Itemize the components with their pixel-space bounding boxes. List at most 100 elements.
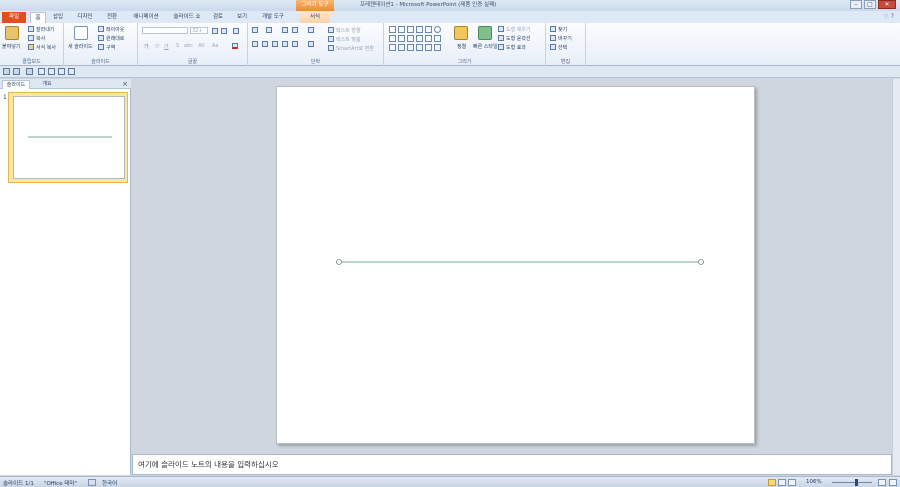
vertical-scrollbar[interactable] [892, 79, 900, 475]
shape-star-icon[interactable] [389, 44, 396, 51]
smartart-button[interactable]: SmartArt로 변환 [336, 45, 374, 52]
columns-icon[interactable] [308, 41, 314, 47]
shrink-font-icon[interactable] [221, 28, 227, 34]
zoom-in-button[interactable] [878, 479, 886, 486]
help-icons[interactable]: ♢ ? [884, 13, 894, 20]
close-button[interactable]: ✕ [878, 0, 896, 9]
quick-styles-icon[interactable] [478, 26, 492, 40]
align-right-icon[interactable] [272, 41, 278, 47]
slide-thumbnail[interactable] [8, 92, 128, 183]
font-color-icon[interactable] [232, 43, 238, 49]
cut-button[interactable]: 잘라내기 [36, 26, 54, 33]
char-spacing-button[interactable]: AV [198, 43, 205, 49]
shape-rect-icon[interactable] [425, 26, 432, 33]
select-button[interactable]: 선택 [558, 44, 567, 51]
align-left-icon[interactable] [252, 41, 258, 47]
underline-button[interactable]: 가 [164, 43, 169, 50]
shape-elbow-icon[interactable] [407, 35, 414, 42]
shape-star5-icon[interactable] [434, 44, 441, 51]
quick-check-icon[interactable] [58, 68, 65, 75]
fit-window-button[interactable] [889, 479, 897, 486]
reset-button[interactable]: 원래대로 [106, 35, 124, 42]
tab-home[interactable]: 홈 [30, 12, 46, 23]
tab-format[interactable]: 서식 [300, 12, 330, 23]
redo-icon[interactable] [26, 68, 33, 75]
undo-icon[interactable] [13, 68, 20, 75]
tab-insert[interactable]: 삽입 [50, 12, 66, 23]
font-name-field[interactable] [142, 27, 188, 34]
numbering-icon[interactable] [266, 27, 272, 33]
quick-draw-icon[interactable] [38, 68, 45, 75]
change-case-button[interactable]: Aa [212, 43, 218, 49]
tab-transitions[interactable]: 전환 [104, 12, 120, 23]
shape-triangle-icon[interactable] [398, 35, 405, 42]
new-slide-icon[interactable] [74, 26, 88, 40]
arrange-button[interactable]: 정렬 [457, 43, 466, 50]
replace-button[interactable]: 바꾸기 [558, 35, 572, 42]
copy-button[interactable]: 복사 [36, 35, 45, 42]
shape-vtextbox-icon[interactable] [398, 26, 405, 33]
maximize-button[interactable]: □ [864, 0, 876, 9]
align-center-icon[interactable] [262, 41, 268, 47]
normal-view-button[interactable] [768, 479, 776, 486]
line-end-handle[interactable] [698, 259, 704, 265]
shape-line-icon[interactable] [407, 26, 414, 33]
notes-placeholder[interactable]: 여기에 슬라이드 노트의 내용을 입력하십시오 [138, 459, 279, 470]
clear-format-icon[interactable] [233, 28, 239, 34]
arrange-icon[interactable] [454, 26, 468, 40]
increase-indent-icon[interactable] [292, 27, 298, 33]
shape-textbox-icon[interactable] [389, 26, 396, 33]
shape-outline-button[interactable]: 도형 윤곽선 [506, 35, 531, 42]
zoom-slider-thumb[interactable] [855, 479, 858, 486]
text-direction-button[interactable]: 텍스트 방향 [336, 27, 361, 34]
quick-styles-button[interactable]: 빠른 스타일 [473, 43, 498, 50]
grow-font-icon[interactable] [212, 28, 218, 34]
shape-arrow-icon[interactable] [416, 26, 423, 33]
find-button[interactable]: 찾기 [558, 26, 567, 33]
shape-arrow-right-icon[interactable] [425, 35, 432, 42]
bold-button[interactable]: 가 [144, 43, 149, 50]
shape-arc-icon[interactable] [407, 44, 414, 51]
tab-animations[interactable]: 애니메이션 [128, 12, 164, 23]
shape-curve-icon[interactable] [398, 44, 405, 51]
format-painter-button[interactable]: 서식 복사 [36, 44, 56, 51]
shape-arrow-down-icon[interactable] [434, 35, 441, 42]
decrease-indent-icon[interactable] [282, 27, 288, 33]
tab-outline-pane[interactable]: 개요 [32, 80, 62, 89]
shape-fill-button[interactable]: 도형 채우기 [506, 26, 531, 33]
pane-close-icon[interactable]: × [122, 80, 128, 88]
quick-print-icon[interactable] [48, 68, 55, 75]
customize-qat-icon[interactable] [80, 68, 87, 75]
align-text-button[interactable]: 텍스트 맞춤 [336, 36, 361, 43]
language[interactable]: 한국어 [102, 479, 117, 487]
paste-icon[interactable] [5, 26, 19, 40]
reading-view-button[interactable] [788, 479, 796, 486]
slide-canvas[interactable] [276, 86, 755, 444]
line-spacing-icon[interactable] [308, 27, 314, 33]
paste-button[interactable]: 붙여넣기 [2, 43, 20, 50]
bullets-icon[interactable] [252, 27, 258, 33]
tab-review[interactable]: 검토 [210, 12, 226, 23]
slide-line-shape[interactable] [277, 87, 756, 445]
italic-button[interactable]: 가 [154, 43, 159, 50]
distribute-icon[interactable] [292, 41, 298, 47]
shape-brace-right-icon[interactable] [425, 44, 432, 51]
slide-sorter-button[interactable] [778, 479, 786, 486]
spellcheck-icon[interactable] [88, 479, 96, 486]
quick-link-icon[interactable] [68, 68, 75, 75]
notes-pane[interactable]: 여기에 슬라이드 노트의 내용을 입력하십시오 [132, 454, 892, 475]
tab-view[interactable]: 보기 [234, 12, 250, 23]
minimize-button[interactable]: – [850, 0, 862, 9]
new-slide-button[interactable]: 새 슬라이드 [68, 43, 93, 50]
tab-design[interactable]: 디자인 [74, 12, 96, 23]
tab-developer[interactable]: 개발 도구 [258, 12, 288, 23]
tab-slides-pane[interactable]: 슬라이드 [2, 80, 30, 89]
tab-file[interactable]: 파일 [2, 12, 26, 23]
shape-elbow-arrow-icon[interactable] [416, 35, 423, 42]
tab-slideshow[interactable]: 슬라이드 쇼 [170, 12, 204, 23]
shape-effects-button[interactable]: 도형 효과 [506, 44, 526, 51]
layout-button[interactable]: 레이아웃 [106, 26, 124, 33]
line-start-handle[interactable] [336, 259, 342, 265]
shape-rounded-rect-icon[interactable] [389, 35, 396, 42]
zoom-slider-track[interactable] [832, 482, 872, 483]
